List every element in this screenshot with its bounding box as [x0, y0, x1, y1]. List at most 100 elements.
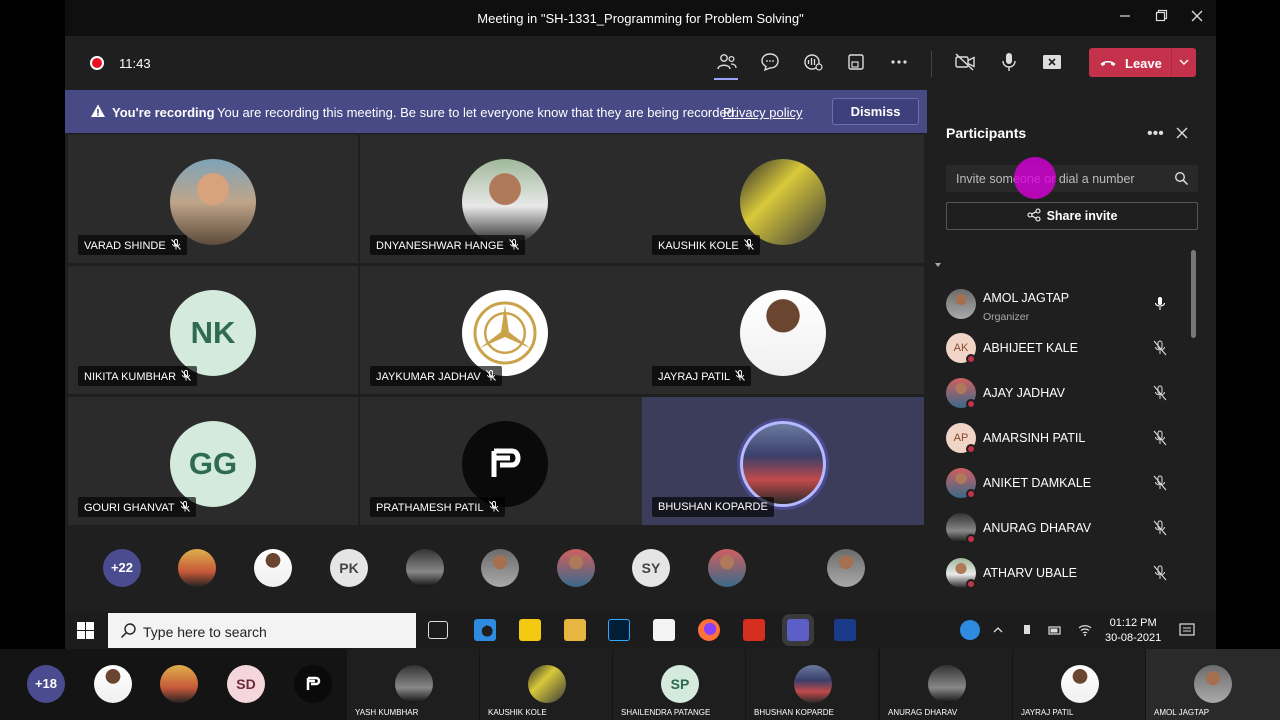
file-explorer-icon[interactable]	[564, 619, 586, 641]
tile-name: JAYRAJ PATIL	[658, 371, 731, 383]
leave-divider	[1171, 48, 1172, 77]
avatar-initials: NK	[170, 290, 256, 376]
self-view-avatar[interactable]	[827, 549, 865, 587]
dismiss-button[interactable]: Dismiss	[832, 98, 919, 125]
participant-tile[interactable]: VARAD SHINDE	[68, 135, 358, 263]
share-screen-icon[interactable]	[1040, 50, 1064, 74]
strip-tile[interactable]: KAUSHIK KOLE	[480, 649, 612, 720]
photoshop-icon[interactable]	[608, 619, 630, 641]
more-icon[interactable]	[887, 50, 911, 74]
avatar-initials: SP	[661, 665, 699, 703]
participant-row[interactable]: ANURAG DHARAV	[946, 513, 1176, 545]
reactions-icon[interactable]	[801, 50, 825, 74]
tile-name-chip: GOURI GHANVAT	[78, 497, 196, 517]
mic-muted-icon	[488, 501, 499, 512]
banner-message: You are recording this meeting. Be sure …	[217, 105, 738, 120]
avatar	[928, 665, 966, 703]
participant-tile[interactable]: NK NIKITA KUMBHAR	[68, 266, 358, 394]
collapse-triangle-icon[interactable]	[935, 263, 941, 267]
participant-row[interactable]: ATHARV UBALE	[946, 558, 1176, 590]
chat-icon[interactable]	[758, 50, 782, 74]
battery-icon[interactable]	[1048, 623, 1062, 637]
avatar[interactable]	[178, 549, 216, 587]
firefox-icon[interactable]	[698, 619, 720, 641]
participant-row[interactable]: AJAY JADHAV	[946, 378, 1176, 410]
teams-icon[interactable]	[787, 619, 809, 641]
avatar[interactable]	[254, 549, 292, 587]
windows-start-icon[interactable]	[77, 622, 94, 639]
avatar[interactable]	[557, 549, 595, 587]
participant-tile[interactable]: PRATHAMESH PATIL	[360, 397, 650, 525]
avatar[interactable]	[708, 549, 746, 587]
wps-icon[interactable]	[743, 619, 765, 641]
chevron-up-icon[interactable]	[991, 623, 1005, 637]
usb-icon[interactable]	[1020, 623, 1034, 637]
strip-tile[interactable]: YASH KUMBHAR	[347, 649, 479, 720]
strip-tile[interactable]: BHUSHAN KOPARDE	[746, 649, 878, 720]
leave-button[interactable]: Leave	[1089, 48, 1196, 77]
tile-name-chip: KAUSHIK KOLE	[652, 235, 760, 255]
overflow-count[interactable]: +18	[27, 665, 65, 703]
privacy-policy-link[interactable]: Privacy policy	[723, 105, 802, 120]
close-icon[interactable]	[1175, 126, 1189, 140]
taskbar-clock[interactable]: 01:12 PM 30-08-2021	[1105, 616, 1161, 646]
store-icon[interactable]	[653, 619, 675, 641]
participant-name: AMOL JAGTAP	[983, 291, 1070, 305]
participant-row[interactable]: AP AMARSINH PATIL	[946, 423, 1176, 455]
overflow-participants-row: +22 PK SY	[65, 526, 927, 612]
avatar-initials[interactable]: SD	[227, 665, 265, 703]
close-icon[interactable]	[1187, 9, 1207, 27]
participant-tile[interactable]: JAYRAJ PATIL	[642, 266, 924, 394]
task-view-icon[interactable]	[428, 621, 448, 639]
strip-tile-name: AMOL JAGTAP	[1154, 708, 1210, 717]
search-icon[interactable]	[1174, 171, 1189, 186]
dev-cpp-icon[interactable]	[834, 619, 856, 641]
invite-input[interactable]: Invite someone or dial a number	[946, 157, 1198, 199]
notification-icon[interactable]	[1179, 622, 1195, 638]
mic-icon[interactable]	[997, 50, 1021, 74]
share-tray-icon[interactable]	[844, 50, 868, 74]
more-icon[interactable]: •••	[1147, 125, 1164, 143]
strip-tile[interactable]: AMOL JAGTAP	[1146, 649, 1280, 720]
sticky-notes-icon[interactable]	[519, 619, 541, 641]
mic-muted-icon	[1153, 565, 1167, 581]
avatar[interactable]	[406, 549, 444, 587]
participant-tile[interactable]: JAYKUMAR JADHAV	[360, 266, 650, 394]
participant-tile[interactable]: GG GOURI GHANVAT	[68, 397, 358, 525]
avatar-initials[interactable]: SY	[632, 549, 670, 587]
participant-tile[interactable]: KAUSHIK KOLE	[642, 135, 924, 263]
strip-tile[interactable]: SP SHAILENDRA PATANGE	[613, 649, 745, 720]
participant-row[interactable]: AMOL JAGTAP Organizer	[946, 289, 1176, 323]
avatar[interactable]	[94, 665, 132, 703]
hang-up-icon	[1100, 61, 1116, 66]
wifi-icon[interactable]	[1078, 623, 1092, 637]
minimize-icon[interactable]	[1115, 9, 1135, 27]
participant-row[interactable]: ANIKET DAMKALE	[946, 468, 1176, 500]
people-icon[interactable]	[715, 50, 739, 74]
avatar-initials[interactable]: PK	[330, 549, 368, 587]
overflow-count[interactable]: +22	[103, 549, 141, 587]
mic-muted-icon	[508, 239, 519, 250]
avatar[interactable]	[481, 549, 519, 587]
strip-tile[interactable]: ANURAG DHARAV	[880, 649, 1012, 720]
participant-tile[interactable]: DNYANESHWAR HANGE	[360, 135, 650, 263]
taskbar-search-input[interactable]: Type here to search	[108, 613, 416, 648]
participant-tile-speaking[interactable]: BHUSHAN KOPARDE	[642, 397, 924, 525]
avatar[interactable]	[160, 665, 198, 703]
help-icon[interactable]	[960, 620, 980, 640]
share-invite-button[interactable]: Share invite	[946, 202, 1198, 230]
edge-icon[interactable]	[474, 619, 496, 641]
mic-muted-icon	[170, 239, 181, 250]
scrollbar[interactable]	[1191, 250, 1196, 338]
avatar	[740, 421, 826, 507]
mic-muted-icon	[1153, 430, 1167, 446]
strip-tile[interactable]: JAYRAJ PATIL	[1013, 649, 1145, 720]
mic-icon	[1154, 297, 1166, 310]
tile-name-chip: JAYRAJ PATIL	[652, 366, 752, 386]
camera-off-icon[interactable]	[953, 50, 977, 74]
avatar[interactable]	[294, 665, 332, 703]
maximize-icon[interactable]	[1151, 9, 1171, 27]
participant-row[interactable]: AK ABHIJEET KALE	[946, 333, 1176, 365]
chevron-down-icon[interactable]	[1177, 54, 1191, 70]
meeting-window: Meeting in "SH-1331_Programming for Prob…	[65, 0, 1216, 612]
